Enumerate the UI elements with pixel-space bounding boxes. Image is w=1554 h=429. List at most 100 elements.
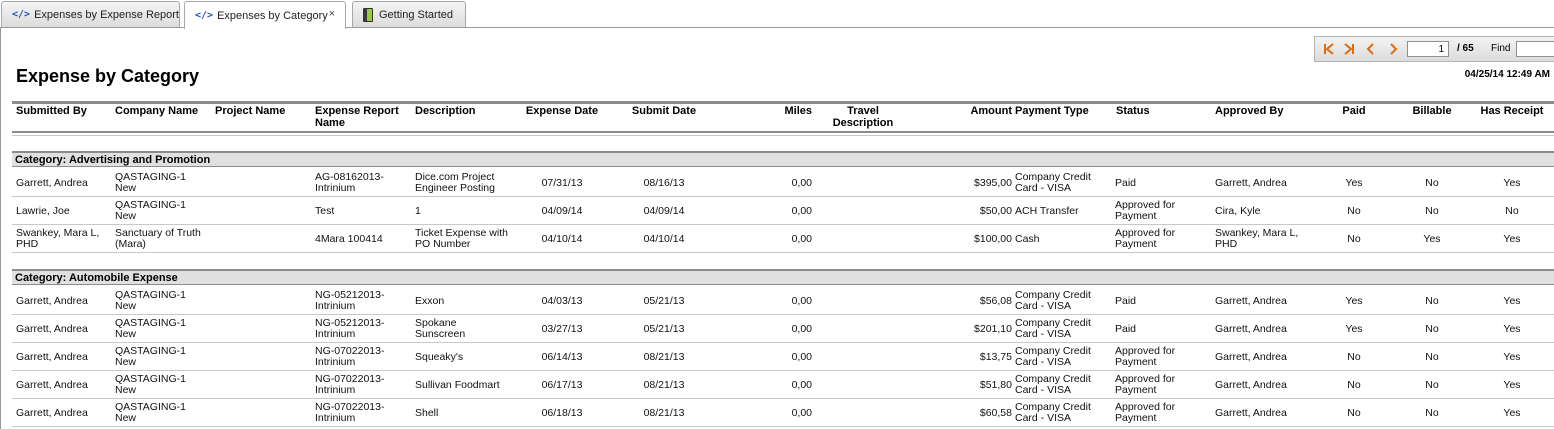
table-row[interactable]: Garrett, Andrea QASTAGING-1 New NG-070220… (12, 371, 1554, 399)
cell-amount: $13,75 (979, 350, 1012, 363)
table-row[interactable]: Garrett, Andrea QASTAGING-1 New NG-052120… (12, 287, 1554, 315)
page-number-input[interactable] (1407, 41, 1449, 57)
category-header: Category: Automobile Expense (12, 269, 1554, 285)
cell-expense-date: 06/17/13 (541, 378, 583, 391)
col-travel-description: Travel Description (818, 105, 908, 129)
cell-description: Ticket Expense with PO Number (415, 227, 508, 250)
cell-report-name: NG-07022013- Intrinium (315, 373, 385, 396)
cell-description: Sullivan Foodmart (415, 378, 500, 391)
cell-miles: 0,00 (791, 204, 812, 217)
col-description: Description (415, 105, 476, 117)
cell-submitted-by: Garrett, Andrea (16, 378, 88, 391)
cell-report-name: 4Mara 100414 (315, 232, 383, 245)
cell-approved-by: Garrett, Andrea (1215, 176, 1287, 189)
cell-expense-date: 06/18/13 (541, 406, 583, 419)
cell-submit-date: 08/21/13 (643, 406, 685, 419)
table-row[interactable]: Lawrie, Joe QASTAGING-1 New Test 1 04/09/… (12, 197, 1554, 225)
cell-amount: $100,00 (974, 232, 1012, 245)
col-expense-date: Expense Date (525, 105, 599, 117)
previous-page-icon[interactable] (1363, 41, 1379, 57)
cell-description: 1 (415, 204, 421, 217)
cell-status: Approved for Payment (1115, 401, 1176, 424)
table-row[interactable]: Garrett, Andrea QASTAGING-1 New AG-081620… (12, 169, 1554, 197)
cell-billable: No (1425, 406, 1439, 419)
cell-approved-by: Garrett, Andrea (1215, 350, 1287, 363)
tab-getting-started[interactable]: Getting Started (352, 1, 466, 27)
cell-miles: 0,00 (791, 294, 812, 307)
tab-label: Expenses by Expense Report (34, 8, 179, 21)
category-label: Category: Advertising and Promotion (15, 154, 211, 166)
cell-status: Paid (1115, 176, 1137, 189)
cell-status: Approved for Payment (1115, 373, 1176, 396)
last-page-icon[interactable] (1341, 41, 1357, 57)
header-rule-bottom (12, 135, 1554, 136)
cell-payment-type: Company Credit Card - VISA (1015, 317, 1091, 340)
cell-payment-type: Company Credit Card - VISA (1015, 289, 1091, 312)
col-project-name: Project Name (215, 105, 286, 117)
cell-miles: 0,00 (791, 350, 812, 363)
cell-miles: 0,00 (791, 322, 812, 335)
code-icon: </> (195, 10, 214, 21)
find-label: Find (1491, 43, 1511, 54)
cell-submitted-by: Garrett, Andrea (16, 350, 88, 363)
table-row[interactable]: Swankey, Mara L, PHD Sanctuary of Truth (M… (12, 225, 1554, 253)
cell-approved-by: Garrett, Andrea (1215, 406, 1287, 419)
cell-status: Approved for Payment (1115, 227, 1176, 250)
cell-description: Exxon (415, 294, 445, 307)
cell-paid: No (1347, 378, 1361, 391)
cell-paid: Yes (1345, 176, 1363, 189)
col-line: Name (315, 117, 345, 129)
cell-has-receipt: No (1505, 204, 1519, 217)
cell-has-receipt: Yes (1503, 322, 1521, 335)
cell-has-receipt: Yes (1503, 176, 1521, 189)
header-rule-bottom (12, 131, 1554, 133)
close-icon[interactable]: × (329, 8, 335, 20)
first-page-icon[interactable] (1321, 41, 1337, 57)
category-label: Category: Automobile Expense (15, 272, 178, 284)
cell-has-receipt: Yes (1503, 378, 1521, 391)
tab-label: Expenses by Category (217, 9, 328, 22)
col-paid: Paid (1342, 105, 1366, 117)
cell-amount: $51,80 (979, 378, 1012, 391)
cell-submitted-by: Swankey, Mara L, PHD (16, 227, 100, 250)
col-payment-type: Payment Type (1015, 105, 1089, 117)
cell-payment-type: Company Credit Card - VISA (1015, 171, 1091, 194)
header-rule-top (12, 101, 1554, 104)
cell-company: QASTAGING-1 New (115, 401, 186, 424)
cell-description: Dice.com Project Engineer Posting (415, 171, 495, 194)
cell-expense-date: 07/31/13 (541, 176, 583, 189)
cell-expense-date: 04/09/14 (541, 204, 583, 217)
col-company-name: Company Name (115, 105, 199, 117)
table-row[interactable]: Garrett, Andrea QASTAGING-1 New NG-052120… (12, 315, 1554, 343)
category-header: Category: Advertising and Promotion (12, 151, 1554, 167)
cell-paid: No (1347, 232, 1361, 245)
cell-status: Paid (1115, 322, 1137, 335)
col-line: Description (832, 117, 894, 129)
next-page-icon[interactable] (1385, 41, 1401, 57)
cell-has-receipt: Yes (1503, 232, 1521, 245)
cell-paid: Yes (1345, 294, 1363, 307)
cell-report-name: AG-08162013- Intrinium (315, 171, 384, 194)
tab-expenses-by-expense-report[interactable]: </> Expenses by Expense Report (1, 1, 180, 27)
table-row[interactable]: Garrett, Andrea QASTAGING-1 New NG-070220… (12, 399, 1554, 427)
cell-expense-date: 06/14/13 (541, 350, 583, 363)
col-line: Expense Report (315, 105, 399, 117)
col-approved-by: Approved By (1215, 105, 1284, 117)
tab-expenses-by-category[interactable]: </> Expenses by Category × (184, 1, 346, 29)
cell-amount: $60,58 (979, 406, 1012, 419)
cell-submitted-by: Garrett, Andrea (16, 176, 88, 189)
col-miles: Miles (784, 105, 812, 117)
col-submit-date: Submit Date (631, 105, 697, 117)
cell-paid: No (1347, 350, 1361, 363)
cell-approved-by: Garrett, Andrea (1215, 294, 1287, 307)
cell-billable: No (1425, 350, 1439, 363)
cell-submit-date: 04/10/14 (643, 232, 685, 245)
cell-paid: No (1347, 406, 1361, 419)
tab-strip: </> Expenses by Expense Report </> Expen… (0, 0, 1554, 29)
cell-description: Spokane Sunscreen (415, 317, 466, 340)
cell-status: Paid (1115, 294, 1137, 307)
table-row[interactable]: Garrett, Andrea QASTAGING-1 New NG-070220… (12, 343, 1554, 371)
cell-submitted-by: Lawrie, Joe (16, 204, 70, 217)
find-input[interactable] (1516, 41, 1554, 57)
cell-report-name: NG-07022013- Intrinium (315, 401, 385, 424)
